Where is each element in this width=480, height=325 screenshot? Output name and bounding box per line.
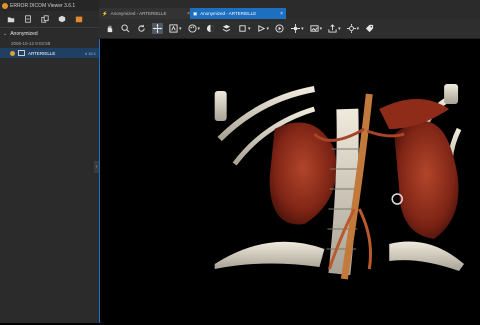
title-bar: ERROR DICOM Viewer 3.6.1 [0, 0, 99, 11]
app-title: ERROR DICOM Viewer 3.6.1 [10, 2, 76, 9]
tab-icon: ▣ [193, 10, 198, 16]
tag-icon[interactable] [364, 23, 375, 34]
app-logo-icon [2, 2, 8, 9]
crop-icon[interactable] [237, 23, 248, 34]
tab-series-1[interactable]: ⚡ Anonymized - ARTERIELLE × [99, 8, 193, 19]
zoom-icon[interactable] [120, 23, 131, 34]
series-status-icon [10, 50, 15, 56]
tab-icon: ⚡ [102, 10, 108, 16]
series-item[interactable]: ARTERIELLE # 16:1 [0, 48, 99, 58]
copy-icon[interactable] [40, 15, 49, 24]
tab-label: Anonymized - ARTERIELLE [110, 11, 167, 16]
3d-render-viewport[interactable] [99, 39, 480, 323]
settings-icon[interactable] [346, 23, 357, 34]
rotate-icon[interactable] [136, 23, 147, 34]
study-date: 2006-10-12 9:02:58 [11, 41, 51, 46]
chevron-down-icon[interactable]: ▾ [338, 26, 341, 32]
patient-node[interactable]: ⌄ Anonymized [0, 28, 99, 39]
chevron-down-icon[interactable]: ▾ [357, 26, 360, 32]
export-icon[interactable] [327, 23, 338, 34]
open-folder-icon[interactable] [6, 15, 15, 24]
chevron-down-icon[interactable]: ▾ [198, 26, 201, 32]
cube-icon[interactable] [57, 15, 66, 24]
chevron-down-icon[interactable]: ▾ [179, 26, 182, 32]
layers-icon[interactable] [221, 23, 232, 34]
chevron-down-icon[interactable]: ▾ [267, 26, 270, 32]
app-window: ERROR DICOM Viewer 3.6.1 ⌄ Anonymized 20… [0, 0, 480, 323]
chevron-down-icon[interactable]: ⌄ [3, 31, 7, 37]
series-thumbnail-icon [18, 50, 25, 56]
image-icon[interactable] [309, 23, 320, 34]
series-count: # 16:1 [84, 50, 96, 56]
tab-label: Anonymized - ARTERIELLE [200, 11, 257, 16]
viewer-toolbar: ▾ ▾ ▾ ▾ ▾ ▾ ▾ ▾ [99, 19, 480, 39]
pan-icon[interactable] [152, 23, 163, 34]
mpr-icon[interactable] [290, 23, 301, 34]
palette-icon[interactable] [187, 23, 198, 34]
chevron-down-icon[interactable]: ▾ [301, 26, 304, 32]
series-label: ARTERIELLE [28, 50, 56, 56]
chevron-down-icon[interactable]: ▾ [248, 26, 251, 32]
annotation-icon[interactable] [168, 23, 179, 34]
volume-rendering-image [214, 84, 465, 280]
window-level-icon[interactable] [205, 23, 216, 34]
folder-color-icon[interactable] [74, 15, 83, 24]
chevron-down-icon[interactable]: ▾ [320, 26, 323, 32]
import-icon[interactable] [23, 15, 32, 24]
measure-icon[interactable] [256, 23, 267, 34]
patient-name: Anonymized [10, 30, 38, 37]
sidebar-toolbar [0, 11, 99, 27]
tab-series-2[interactable]: ▣ Anonymized - ARTERIELLE × [190, 8, 286, 19]
tab-bar: ⚡ Anonymized - ARTERIELLE × ▣ Anonymized… [99, 0, 480, 19]
main-area: ⚡ Anonymized - ARTERIELLE × ▣ Anonymized… [99, 0, 480, 323]
study-browser-sidebar: ERROR DICOM Viewer 3.6.1 ⌄ Anonymized 20… [0, 0, 99, 323]
close-icon[interactable]: × [280, 11, 283, 17]
hand-icon[interactable] [104, 23, 115, 34]
play-icon[interactable] [274, 23, 285, 34]
